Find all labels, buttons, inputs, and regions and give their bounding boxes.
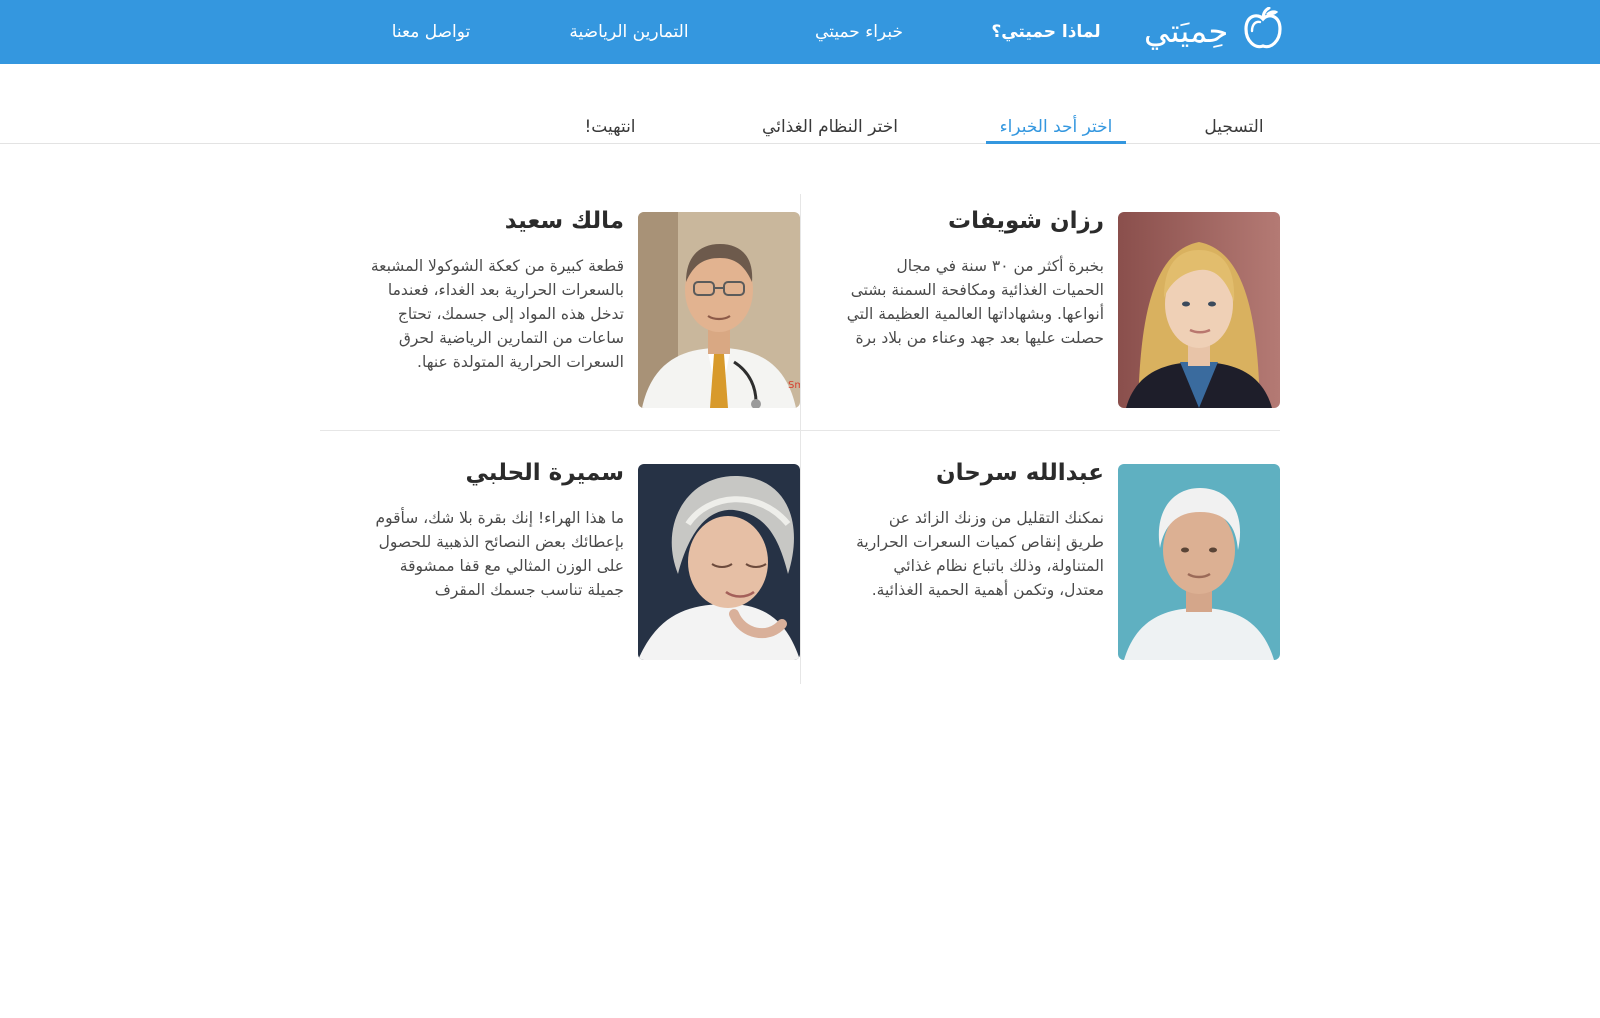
expert-name: سميرة الحلبي <box>465 460 624 486</box>
expert-name: مالك سعيد <box>504 208 624 234</box>
expert-bio: قطعة كبيرة من كعكة الشوكولا المشبعة بالس… <box>370 257 624 371</box>
grid-divider-horizontal <box>320 430 1280 431</box>
expert-name: رزان شويفات <box>948 208 1104 234</box>
signup-steps: التسجيل اختر أحد الخبراء اختر النظام الغ… <box>0 64 1600 144</box>
nav-why-link[interactable]: لماذا حميتي؟ <box>976 18 1116 46</box>
expert-photo <box>1118 464 1280 660</box>
site-logo[interactable]: حِميَتي <box>1144 7 1282 57</box>
apple-icon <box>1244 7 1282 49</box>
photo-caption: SmartForL <box>788 380 800 391</box>
experts-grid: رزان شويفات بخبرة أكثر من ٣٠ سنة في مجال… <box>320 194 1280 684</box>
expert-photo: SmartForL <box>638 212 800 408</box>
expert-bio: بخبرة أكثر من ٣٠ سنة في مجال الحميات الغ… <box>846 257 1104 347</box>
step-finished[interactable]: انتهيت! <box>560 112 660 142</box>
step-choose-expert[interactable]: اختر أحد الخبراء <box>986 112 1126 142</box>
logo-text: حِميَتي <box>1144 12 1229 50</box>
expert-card[interactable]: رزان شويفات بخبرة أكثر من ٣٠ سنة في مجال… <box>800 194 1280 430</box>
nav-experts-link[interactable]: خبراء حميتي <box>786 18 932 46</box>
step-choose-diet[interactable]: اختر النظام الغذائي <box>736 112 924 142</box>
step-register[interactable]: التسجيل <box>1172 112 1296 142</box>
expert-name: عبدالله سرحان <box>935 460 1104 486</box>
expert-card[interactable]: عبدالله سرحان نمكنك التقليل من وزنك الزا… <box>800 446 1280 682</box>
nav-contact-link[interactable]: تواصل معنا <box>366 18 496 46</box>
top-navigation-bar: حِميَتي لماذا حميتي؟ خبراء حميتي التماري… <box>0 0 1600 64</box>
active-step-indicator <box>986 141 1126 144</box>
expert-card[interactable]: سميرة الحلبي ما هذا الهراء! إنك بقرة بلا… <box>320 446 800 682</box>
expert-photo <box>638 464 800 660</box>
expert-bio: نمكنك التقليل من وزنك الزائد عن طريق إنق… <box>856 509 1104 599</box>
expert-photo <box>1118 212 1280 408</box>
nav-exercises-link[interactable]: التمارين الرياضية <box>556 18 702 46</box>
expert-bio: ما هذا الهراء! إنك بقرة بلا شك، سأقوم بإ… <box>375 509 624 599</box>
expert-card[interactable]: SmartForL مالك سعيد قطعة كبيرة من كعكة ا… <box>320 194 800 430</box>
